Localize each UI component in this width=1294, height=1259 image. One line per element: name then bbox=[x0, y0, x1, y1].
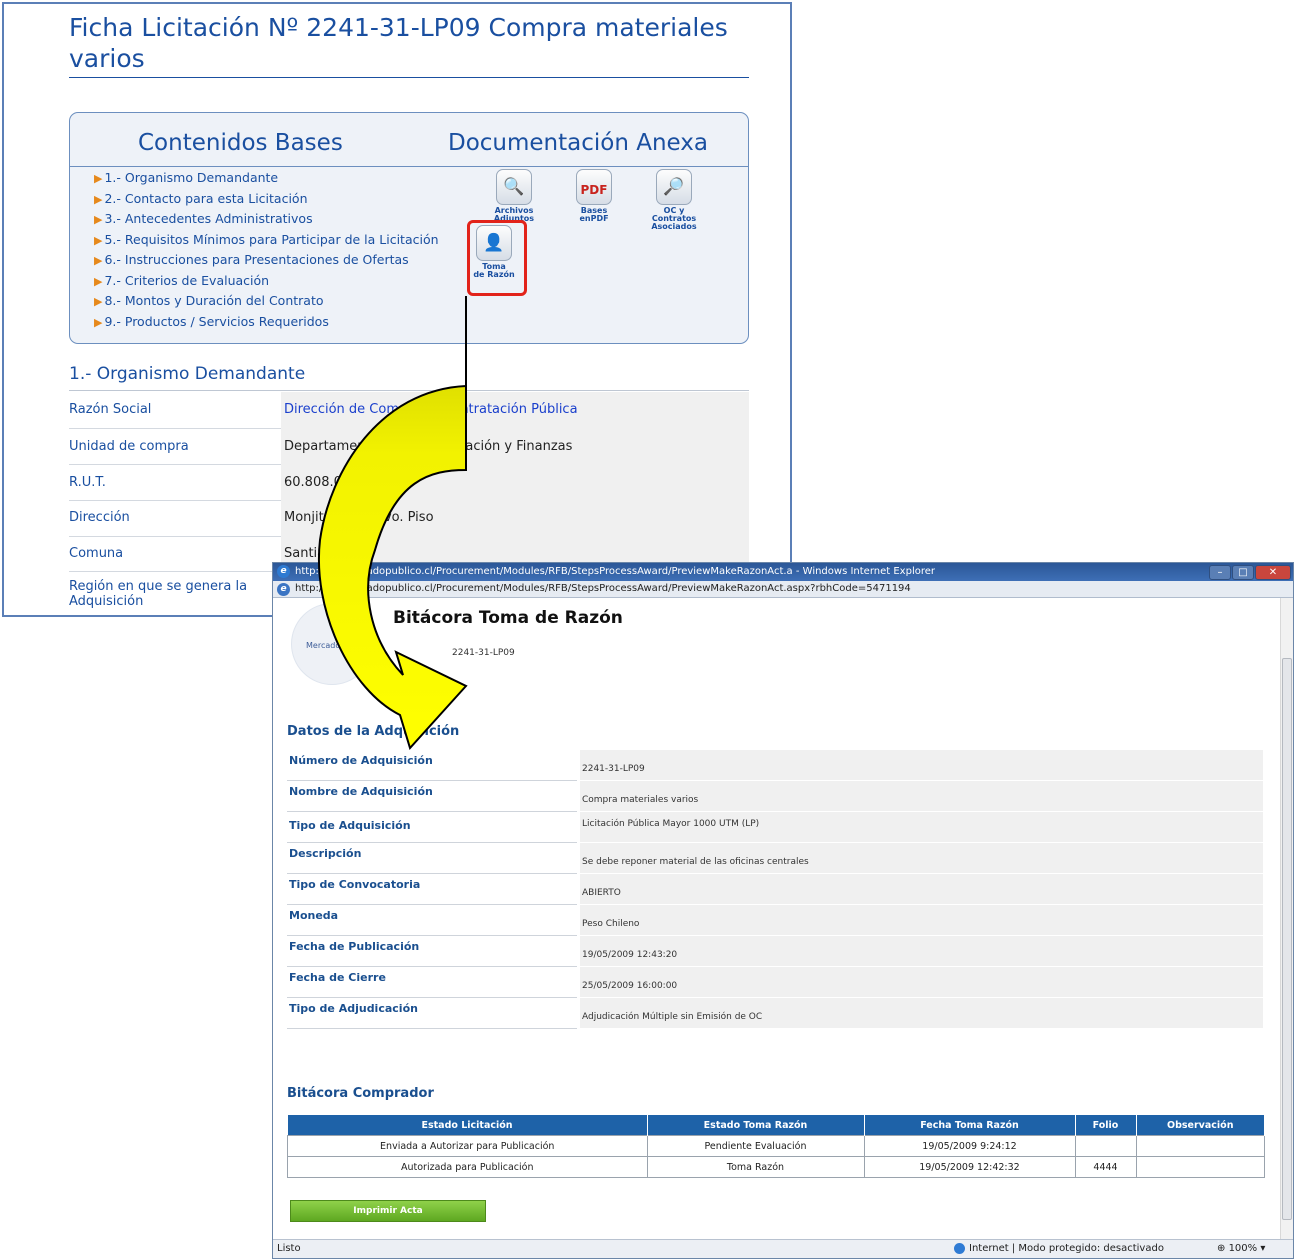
ficha-title: Ficha Licitación Nº 2241-31-LP09 Compra … bbox=[69, 13, 728, 73]
mercado-publico-logo: Mercado bbox=[291, 603, 373, 685]
box-divider bbox=[70, 166, 748, 167]
acquisition-number: 2241-31-LP09 bbox=[452, 648, 515, 658]
datos-row: Moneda Peso Chileno bbox=[287, 905, 1263, 936]
contents-heading: Contenidos Bases bbox=[138, 130, 343, 156]
content-link[interactable]: ▶ 5.- Requisitos Mínimos para Participar … bbox=[94, 232, 439, 253]
bitacora-table: Estado Licitación Estado Toma Razón Fech… bbox=[287, 1115, 1265, 1178]
datos-row: Número de Adquisición 2241-31-LP09 bbox=[287, 750, 1263, 781]
maximize-button[interactable]: □ bbox=[1232, 565, 1254, 580]
contents-box: Contenidos Bases Documentación Anexa ▶ 1.… bbox=[69, 112, 749, 344]
oc-contratos-button[interactable]: 🔎 OC y Contratos Asociados bbox=[642, 169, 706, 231]
status-bar: Listo Internet | Modo protegido: desacti… bbox=[273, 1239, 1293, 1258]
content-link[interactable]: ▶ 3.- Antecedentes Administrativos bbox=[94, 211, 439, 232]
pdf-icon: PDF bbox=[576, 169, 612, 205]
column-header: Estado Toma Razón bbox=[647, 1115, 865, 1136]
triangle-icon: ▶ bbox=[94, 295, 103, 308]
status-text: Listo bbox=[277, 1243, 301, 1254]
table-row: Autorizada para Publicación Toma Razón 1… bbox=[287, 1156, 1265, 1178]
address-text: http://qa.mercadopublico.cl/Procurement/… bbox=[295, 583, 911, 594]
page-icon: e bbox=[277, 583, 290, 596]
archivos-adjuntos-button[interactable]: 🔍 Archivos Adjuntos bbox=[484, 169, 544, 223]
org-row: R.U.T. 60.808.000-7 bbox=[69, 464, 749, 501]
window-titlebar[interactable]: e http://qa.mercadopublico.cl/Procuremen… bbox=[273, 563, 1293, 581]
content-link[interactable]: ▶ 6.- Instrucciones para Presentaciones d… bbox=[94, 252, 439, 273]
highlight-box bbox=[467, 220, 527, 296]
zoom-level[interactable]: ⊕ 100% ▾ bbox=[1217, 1240, 1265, 1258]
title-divider bbox=[69, 77, 749, 78]
address-bar[interactable]: e http://qa.mercadopublico.cl/Procuremen… bbox=[273, 581, 1293, 598]
triangle-icon: ▶ bbox=[94, 233, 103, 247]
vertical-scrollbar[interactable] bbox=[1280, 598, 1293, 1240]
ie-logo-icon: e bbox=[277, 565, 290, 578]
globe-icon bbox=[954, 1243, 965, 1254]
datos-row: Nombre de Adquisición Compra materiales … bbox=[287, 781, 1263, 812]
datos-row: Descripción Se debe reponer material de … bbox=[287, 843, 1263, 874]
window-title: http://qa.mercadopublico.cl/Procurement/… bbox=[295, 566, 935, 577]
org-link[interactable]: Dirección de Compras y Contratación Públ… bbox=[281, 392, 749, 428]
page-title: Bitácora Toma de Razón bbox=[393, 608, 623, 628]
datos-heading: Datos de la Adquisición bbox=[287, 724, 460, 739]
triangle-icon: ▶ bbox=[94, 254, 103, 267]
content-link[interactable]: ▶ 1.- Organismo Demandante bbox=[94, 170, 439, 191]
datos-row: Tipo de Convocatoria ABIERTO bbox=[287, 874, 1263, 905]
triangle-icon: ▶ bbox=[94, 172, 103, 185]
triangle-icon: ▶ bbox=[94, 192, 103, 206]
ficha-licitacion-panel: Ficha Licitación Nº 2241-31-LP09 Compra … bbox=[2, 2, 792, 617]
section-divider bbox=[69, 390, 749, 391]
contents-links: ▶ 1.- Organismo Demandante ▶ 2.- Contacto … bbox=[94, 170, 439, 334]
document-search-icon: 🔎 bbox=[656, 169, 692, 205]
triangle-icon: ▶ bbox=[94, 213, 103, 226]
ie-window: e http://qa.mercadopublico.cl/Procuremen… bbox=[272, 562, 1294, 1259]
content-link[interactable]: ▶ 2.- Contacto para esta Licitación bbox=[94, 191, 439, 212]
attachment-search-icon: 🔍 bbox=[496, 169, 532, 205]
scroll-thumb[interactable] bbox=[1282, 658, 1292, 1220]
column-header: Estado Licitación bbox=[287, 1115, 648, 1136]
datos-row: Fecha de Publicación 19/05/2009 12:43:20 bbox=[287, 936, 1263, 967]
content-link[interactable]: ▶ 9.- Productos / Servicios Requeridos bbox=[94, 314, 439, 335]
org-row: Dirección Monjitas 392, 8vo. Piso bbox=[69, 500, 749, 537]
datos-row: Tipo de Adjudicación Adjudicación Múltip… bbox=[287, 998, 1263, 1029]
close-button[interactable]: ✕ bbox=[1255, 565, 1291, 580]
datos-row: Fecha de Cierre 25/05/2009 16:00:00 bbox=[287, 967, 1263, 998]
page-content: Mercado Bitácora Toma de Razón 2241-31-L… bbox=[273, 598, 1281, 1240]
content-link[interactable]: ▶ 8.- Montos y Duración del Contrato bbox=[94, 293, 439, 314]
datos-row: Tipo de Adquisición Licitación Pública M… bbox=[287, 812, 1263, 843]
triangle-icon: ▶ bbox=[94, 315, 103, 329]
minimize-button[interactable]: – bbox=[1209, 565, 1231, 580]
table-row: Enviada a Autorizar para Publicación Pen… bbox=[287, 1135, 1265, 1157]
annex-heading: Documentación Anexa bbox=[448, 130, 709, 156]
column-header: Fecha Toma Razón bbox=[864, 1115, 1076, 1136]
window-controls: – □ ✕ bbox=[1208, 564, 1291, 580]
triangle-icon: ▶ bbox=[94, 274, 103, 288]
print-button[interactable]: Imprimir Acta bbox=[290, 1200, 486, 1222]
bases-pdf-button[interactable]: PDF Bases enPDF bbox=[564, 169, 624, 223]
content-link[interactable]: ▶ 7.- Criterios de Evaluación bbox=[94, 273, 439, 294]
org-row: Razón Social Dirección de Compras y Cont… bbox=[69, 392, 749, 429]
org-row: Unidad de compra Departamento de Adminis… bbox=[69, 428, 749, 465]
column-header: Observación bbox=[1136, 1115, 1265, 1136]
bitacora-heading: Bitácora Comprador bbox=[287, 1086, 434, 1101]
column-header: Folio bbox=[1075, 1115, 1137, 1136]
zone-text: Internet | Modo protegido: desactivado bbox=[969, 1243, 1164, 1254]
section-title: 1.- Organismo Demandante bbox=[69, 364, 306, 384]
